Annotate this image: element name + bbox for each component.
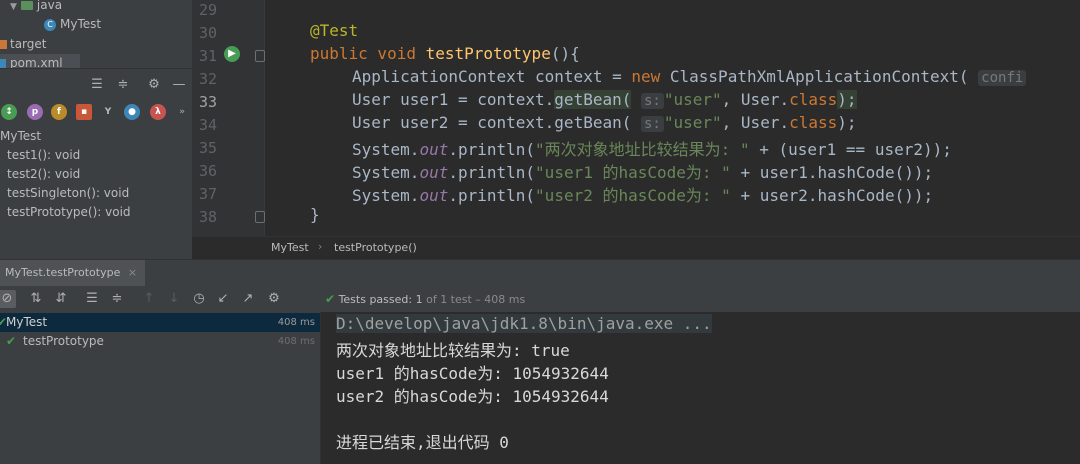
previous-failed-icon[interactable]: ↑ [140,290,158,308]
code-line: ApplicationContext context = new ClassPa… [352,67,1027,86]
sort-duration-icon[interactable]: ⇵ [52,290,70,308]
folder-icon [20,1,33,10]
sort-alpha-icon[interactable]: ⇅ [27,290,45,308]
maven-file-icon [0,58,6,69]
line-number: 32 [198,70,217,88]
toggle-passed-icon[interactable]: ⊘ [0,290,16,308]
test-status: ✔ Tests passed: 1 of 1 test – 408 ms [325,292,526,306]
class-icon: C [44,18,56,31]
code-line: User user2 = context.getBean( s: "user", … [352,113,857,132]
code-editor[interactable]: @Test public void testPrototype(){ Appli… [265,0,1080,236]
test-row-root[interactable]: ✔ MyTest 408 ms [0,313,320,332]
console-line: 进程已结束,退出代码 0 [336,433,509,452]
show-anonymous-icon[interactable]: ● [124,104,140,120]
console-line: 两次对象地址比较结果为: true [336,341,570,360]
history-icon[interactable]: ◷ [190,290,208,308]
structure-panel: ☰ ≑ ⚙ — ↕ p f ▪ Y ● λ » MyTest test1(): … [0,68,192,261]
minimize-icon[interactable]: — [170,76,188,94]
project-tree: ▼ java C MyTest target pom.xml [0,0,192,72]
line-number: 33 [198,93,217,111]
console-line: user2 的hasCode为: 1054932644 [336,387,609,406]
console-line: D:\develop\java\jdk1.8\bin\java.exe ... [336,314,712,333]
duration: 408 ms [277,336,315,347]
line-number: 34 [198,116,217,134]
expand-all-icon[interactable]: ☰ [83,290,101,308]
next-failed-icon[interactable]: ↓ [165,290,183,308]
editor-gutter: 29 30 31 32 33 34 35 36 37 38 ▶ [192,0,287,236]
expand-arrow-icon[interactable]: ▼ [10,2,17,12]
test-row-child[interactable]: ✔ testPrototype 408 ms [0,332,320,351]
export-tests-icon[interactable]: ↗ [239,290,257,308]
run-test-icon[interactable]: ▶ [224,46,240,62]
tab-run-config[interactable]: MyTest.testPrototype × [0,260,146,286]
show-properties-icon[interactable]: p [27,104,43,120]
breadcrumb: MyTest › testPrototype() [192,236,1080,260]
run-tab-bar: MyTest.testPrototype × [0,259,1080,287]
tree-item-java[interactable]: ▼ java [10,0,62,14]
check-icon: ✔ [6,334,17,348]
check-icon: ✔ [325,292,336,306]
line-number: 38 [198,208,217,226]
fold-icon[interactable] [255,211,265,223]
tree-item-mytest[interactable]: C MyTest [44,15,101,33]
console-line: user1 的hasCode为: 1054932644 [336,364,609,383]
line-number: 31 [198,47,217,65]
expand-all-icon[interactable]: ☰ [88,76,106,94]
line-number: 36 [198,162,217,180]
duration: 408 ms [277,317,315,328]
sort-visibility-icon[interactable]: ↕ [1,104,17,120]
more-icon[interactable]: » [174,104,190,120]
gear-icon[interactable]: ⚙ [145,76,163,94]
close-tab-icon[interactable]: × [128,266,137,279]
structure-method[interactable]: test1(): void [7,148,80,162]
code-line: public void testPrototype(){ [310,44,580,63]
folder-icon [0,40,7,49]
show-lambdas-icon[interactable]: λ [150,104,166,120]
line-number: 30 [198,24,217,42]
code-line: User user1 = context.getBean( s: "user", … [352,90,857,109]
structure-class[interactable]: MyTest [0,129,41,143]
import-tests-icon[interactable]: ↙ [214,290,232,308]
console-output[interactable]: D:\develop\java\jdk1.8\bin\java.exe ... … [321,312,1080,464]
code-line: @Test [310,21,359,40]
line-number: 37 [198,185,217,203]
collapse-all-icon[interactable]: ≑ [114,76,132,94]
line-number: 29 [198,1,217,19]
structure-method[interactable]: test2(): void [7,167,80,181]
show-inherited-icon[interactable]: ▪ [76,104,92,120]
structure-method[interactable]: testSingleton(): void [7,186,129,200]
tree-item-target[interactable]: target [0,35,47,53]
code-line: System.out.println("user2 的hasCode为: " +… [352,186,934,205]
collapse-all-icon[interactable]: ≑ [108,290,126,308]
code-line: System.out.println("两次对象地址比较结果为: " + (us… [352,140,952,159]
code-line: } [310,205,320,224]
filter-icon[interactable]: Y [100,104,116,120]
breadcrumb-separator: › [318,240,323,253]
structure-method[interactable]: testPrototype(): void [7,205,131,219]
breadcrumb-class[interactable]: MyTest [271,241,309,254]
gear-icon[interactable]: ⚙ [265,290,283,308]
test-results-tree: ✔ MyTest 408 ms ✔ testPrototype 408 ms [0,312,321,464]
run-toolbar: ⊘ ⇅ ⇵ ☰ ≑ ↑ ↓ ◷ ↙ ↗ ⚙ ✔ Tests passed: 1 … [0,286,1080,312]
show-fields-icon[interactable]: f [51,104,67,120]
fold-icon[interactable] [255,50,265,62]
line-number: 35 [198,139,217,157]
breadcrumb-method[interactable]: testPrototype() [334,241,417,254]
code-line: System.out.println("user1 的hasCode为: " +… [352,163,934,182]
